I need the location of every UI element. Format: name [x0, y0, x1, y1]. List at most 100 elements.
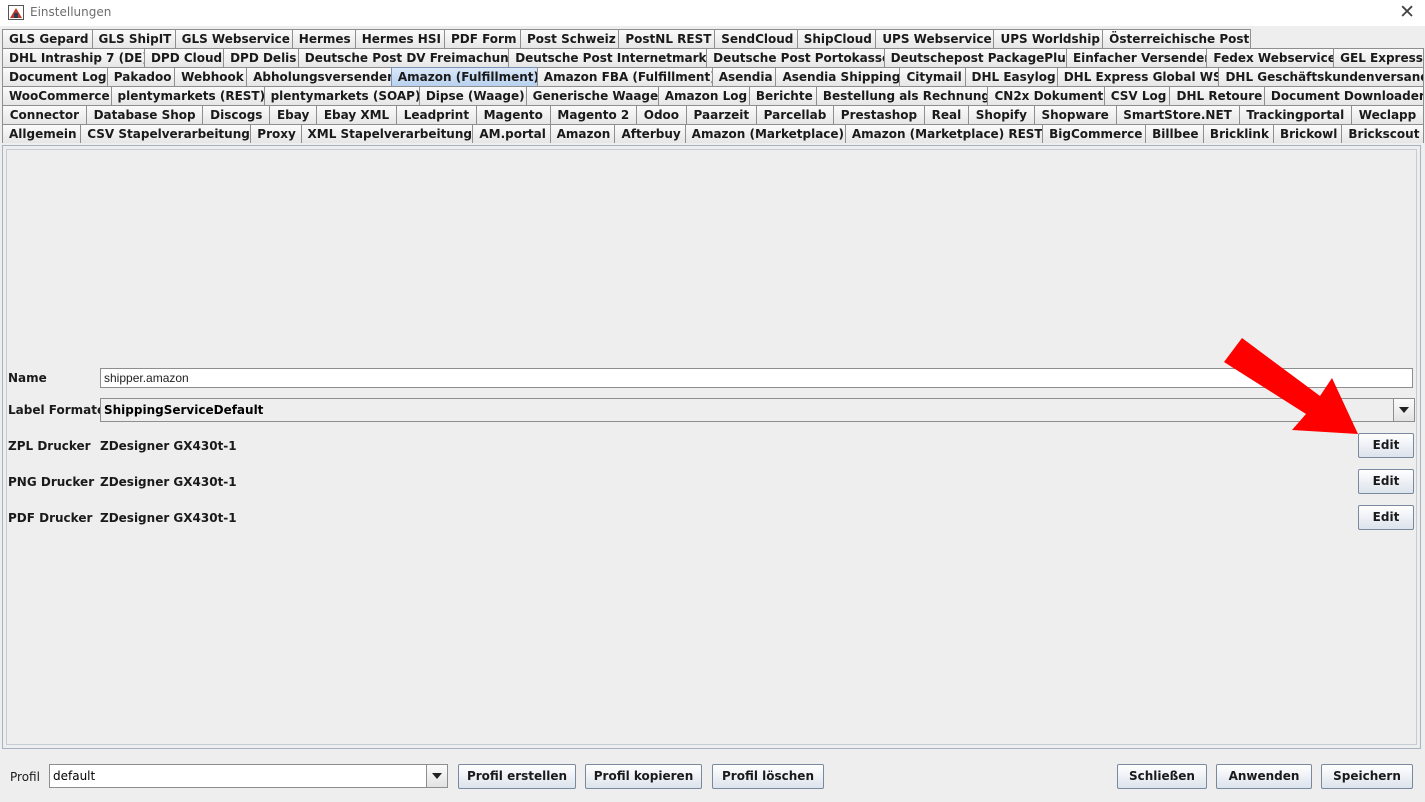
chevron-down-icon[interactable] — [426, 765, 447, 787]
label-formate-label: Label Formate — [8, 403, 106, 417]
schliessen-button[interactable]: Schließen — [1117, 764, 1207, 789]
tab-dhl-easylog[interactable]: DHL Easylog — [964, 67, 1058, 86]
png-edit-button[interactable]: Edit — [1358, 469, 1414, 494]
tab-amazon-fulfillment[interactable]: Amazon (Fulfillment) — [390, 67, 538, 86]
tab-allgemein[interactable]: Allgemein — [2, 124, 82, 143]
tab-deutsche-post-dv-freimachung[interactable]: Deutsche Post DV Freimachung — [297, 48, 510, 67]
tab-document-downloader[interactable]: Document Downloader — [1263, 86, 1424, 105]
tab-dhl-geschäftskundenversand[interactable]: DHL Geschäftskundenversand — [1218, 67, 1424, 86]
tab-real[interactable]: Real — [923, 105, 970, 124]
tab-xml-stapelverarbeitung[interactable]: XML Stapelverarbeitung — [300, 124, 474, 143]
tab-amazon-marketplace[interactable]: Amazon (Marketplace) — [684, 124, 846, 143]
tab-hermes[interactable]: Hermes — [291, 29, 356, 48]
tab-plentymarkets-rest[interactable]: plentymarkets (REST) — [110, 86, 265, 105]
tab-database-shop[interactable]: Database Shop — [85, 105, 204, 124]
tab-hermes-hsi[interactable]: Hermes HSI — [354, 29, 445, 48]
tab-afterbuy[interactable]: Afterbuy — [614, 124, 686, 143]
tab-odoo[interactable]: Odoo — [636, 105, 687, 124]
tab-gel-express[interactable]: GEL Express — [1333, 48, 1424, 67]
profil-erstellen-button[interactable]: Profil erstellen — [458, 764, 576, 789]
tab-shipcloud[interactable]: ShipCloud — [796, 29, 877, 48]
tab-row: GLS Gepard GLS ShipIT GLS Webservice Hermes… — [2, 29, 1251, 48]
tab-pakadoo[interactable]: Pakadoo — [106, 67, 176, 86]
tab-gls-shipit[interactable]: GLS ShipIT — [91, 29, 176, 48]
tab-amazon-marketplace-rest[interactable]: Amazon (Marketplace) REST — [844, 124, 1044, 143]
tab-bestellung-als-rechnung[interactable]: Bestellung als Rechnung — [815, 86, 989, 105]
tab-dpd-delis[interactable]: DPD Delis — [223, 48, 299, 67]
tab-dhl-express-global-ws[interactable]: DHL Express Global WS — [1056, 67, 1220, 86]
tab-billbee[interactable]: Billbee — [1145, 124, 1204, 143]
tab-citymail[interactable]: Citymail — [899, 67, 966, 86]
tab-document-log[interactable]: Document Log — [2, 67, 108, 86]
tab-dpd-cloud[interactable]: DPD Cloud — [143, 48, 225, 67]
tab-connector[interactable]: Connector — [2, 105, 87, 124]
tab-smartstore-net[interactable]: SmartStore.NET — [1115, 105, 1240, 124]
tab-paarzeit[interactable]: Paarzeit — [685, 105, 757, 124]
anwenden-button[interactable]: Anwenden — [1216, 764, 1312, 789]
tab-abholungsversender[interactable]: Abholungsversender — [246, 67, 392, 86]
tab-österreichische-post[interactable]: Österreichische Post — [1102, 29, 1251, 48]
tab-berichte[interactable]: Berichte — [748, 86, 817, 105]
title-bar: Einstellungen ✕ — [0, 0, 1425, 26]
tab-csv-stapelverarbeitung[interactable]: CSV Stapelverarbeitung — [80, 124, 252, 143]
label-formate-select[interactable]: ShippingServiceDefault — [100, 398, 1415, 422]
chevron-down-icon[interactable] — [1393, 399, 1414, 421]
profil-value: default — [53, 769, 96, 783]
tab-parcellab[interactable]: Parcellab — [755, 105, 835, 124]
tab-deutsche-post-portokasse[interactable]: Deutsche Post Portokasse — [706, 48, 885, 67]
tab-am-portal[interactable]: AM.portal — [472, 124, 551, 143]
tab-ebay[interactable]: Ebay — [269, 105, 318, 124]
tab-post-schweiz[interactable]: Post Schweiz — [520, 29, 620, 48]
tab-fedex-webservice[interactable]: Fedex Webservice — [1206, 48, 1335, 67]
tab-dhl-intraship-7-de[interactable]: DHL Intraship 7 (DE) — [2, 48, 145, 67]
tab-bigcommerce[interactable]: BigCommerce — [1042, 124, 1147, 143]
tab-sendcloud[interactable]: SendCloud — [714, 29, 798, 48]
tab-ups-worldship[interactable]: UPS Worldship — [993, 29, 1104, 48]
profil-kopieren-button[interactable]: Profil kopieren — [585, 764, 702, 789]
tab-magento-2[interactable]: Magento 2 — [549, 105, 637, 124]
tab-einfacher-versender[interactable]: Einfacher Versender — [1065, 48, 1208, 67]
tab-amazon-log[interactable]: Amazon Log — [657, 86, 750, 105]
tab-shopify[interactable]: Shopify — [968, 105, 1035, 124]
profil-select[interactable]: default — [49, 764, 448, 788]
tab-trackingportal[interactable]: Trackingportal — [1238, 105, 1353, 124]
name-field[interactable] — [100, 368, 1413, 388]
tab-cn2x-dokument[interactable]: CN2x Dokument — [987, 86, 1105, 105]
tab-asendia-shipping[interactable]: Asendia Shipping — [775, 67, 901, 86]
profil-loeschen-button[interactable]: Profil löschen — [712, 764, 824, 789]
tab-weclapp[interactable]: Weclapp — [1351, 105, 1424, 124]
tab-prestashop[interactable]: Prestashop — [833, 105, 925, 124]
tab-leadprint[interactable]: Leadprint — [395, 105, 477, 124]
tab-bricklink[interactable]: Bricklink — [1202, 124, 1274, 143]
tab-deutschepost-packageplus[interactable]: Deutschepost PackagePlus — [883, 48, 1067, 67]
tab-amazon[interactable]: Amazon — [549, 124, 616, 143]
pdf-drucker-value: ZDesigner GX430t-1 — [100, 511, 237, 525]
tab-discogs[interactable]: Discogs — [202, 105, 271, 124]
tab-proxy[interactable]: Proxy — [250, 124, 302, 143]
tab-brickscout[interactable]: Brickscout — [1341, 124, 1425, 143]
speichern-button[interactable]: Speichern — [1321, 764, 1413, 789]
tab-shopware[interactable]: Shopware — [1033, 105, 1117, 124]
tab-deutsche-post-internetmarke[interactable]: Deutsche Post Internetmarke — [508, 48, 708, 67]
tab-magento[interactable]: Magento — [475, 105, 551, 124]
app-settings-icon — [8, 5, 24, 20]
tab-asendia[interactable]: Asendia — [711, 67, 777, 86]
tab-gls-gepard[interactable]: GLS Gepard — [2, 29, 93, 48]
pdf-edit-button[interactable]: Edit — [1358, 505, 1414, 530]
tab-dhl-retoure[interactable]: DHL Retoure — [1169, 86, 1265, 105]
tab-plentymarkets-soap[interactable]: plentymarkets (SOAP) — [263, 86, 420, 105]
tab-amazon-fba-fulfillment[interactable]: Amazon FBA (Fulfillment) — [536, 67, 713, 86]
tab-pdf-form[interactable]: PDF Form — [443, 29, 521, 48]
tab-ebay-xml[interactable]: Ebay XML — [316, 105, 397, 124]
tab-generische-waage[interactable]: Generische Waage — [525, 86, 659, 105]
tab-gls-webservice[interactable]: GLS Webservice — [174, 29, 293, 48]
tab-ups-webservice[interactable]: UPS Webservice — [875, 29, 995, 48]
tab-postnl-rest[interactable]: PostNL REST — [618, 29, 716, 48]
tab-webhook[interactable]: Webhook — [174, 67, 248, 86]
tab-woocommerce[interactable]: WooCommerce — [2, 86, 112, 105]
tab-brickowl[interactable]: Brickowl — [1272, 124, 1343, 143]
tab-csv-log[interactable]: CSV Log — [1103, 86, 1171, 105]
zpl-drucker-value: ZDesigner GX430t-1 — [100, 439, 237, 453]
close-icon[interactable]: ✕ — [1399, 1, 1415, 23]
tab-dipse-waage[interactable]: Dipse (Waage) — [418, 86, 527, 105]
